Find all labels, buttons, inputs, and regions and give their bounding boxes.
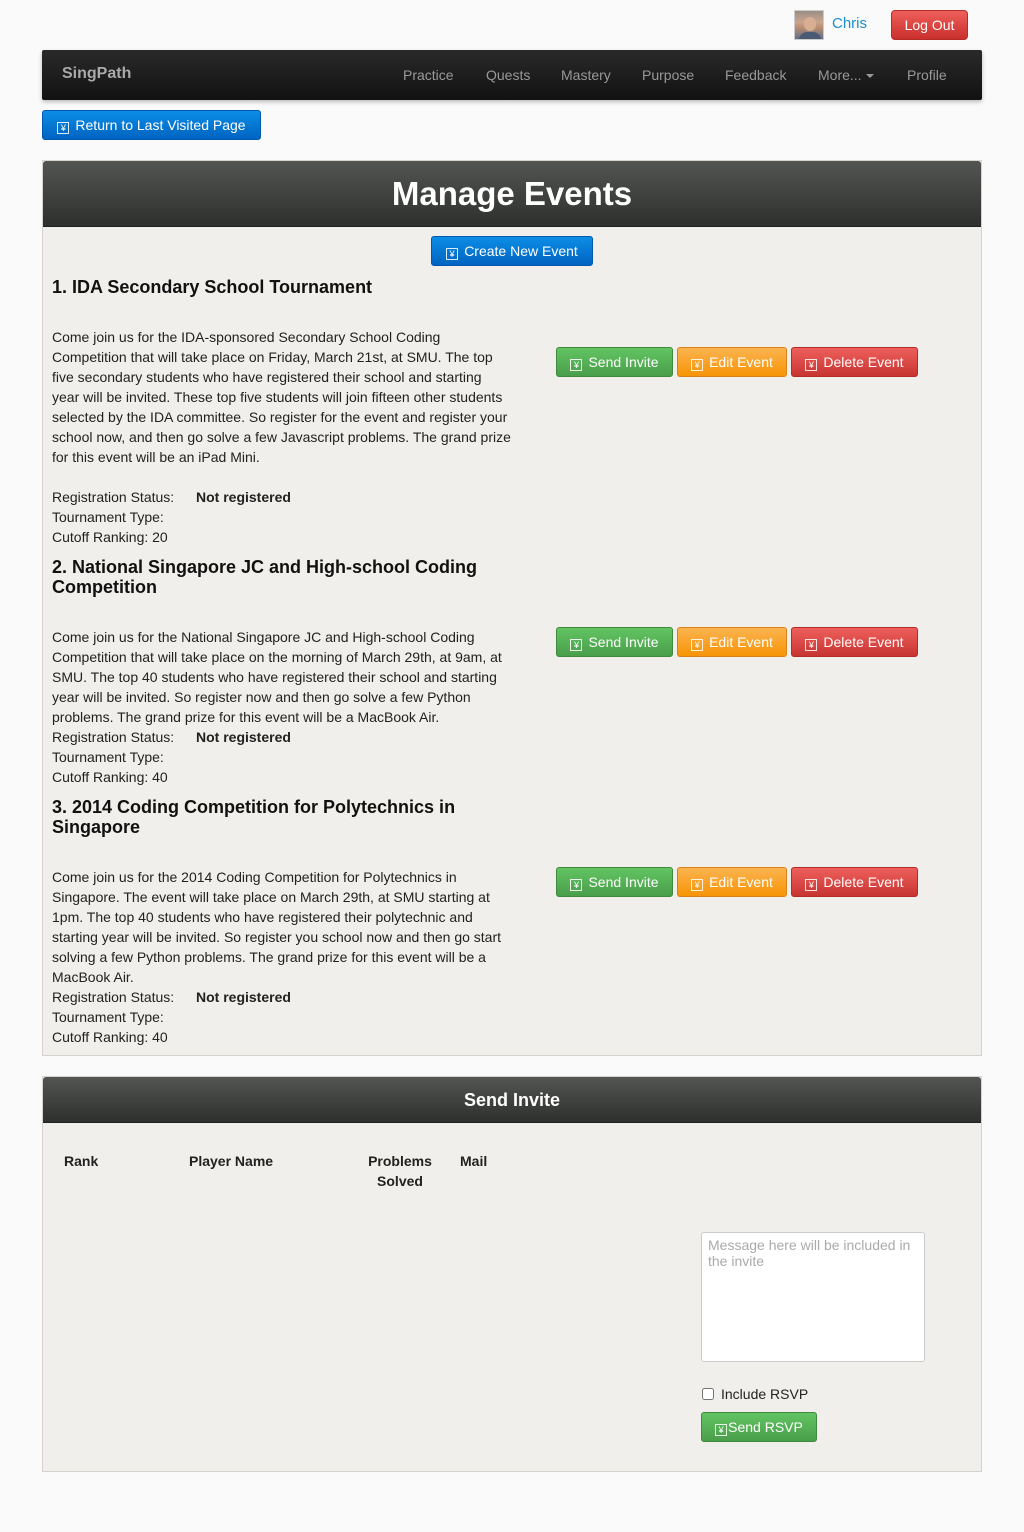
nav-feedback[interactable]: Feedback [725,67,786,83]
cutoff-ranking-value: 40 [152,769,168,785]
trash-icon: ¥ [805,879,818,891]
tournament-type-label: Tournament Type: [52,749,164,765]
tournament-type-label: Tournament Type: [52,509,164,525]
event-title: 3. 2014 Coding Competition for Polytechn… [52,797,456,837]
registration-status-row: Registration Status: Not registered [52,487,291,507]
brand-logo[interactable]: SingPath [62,65,131,83]
send-invite-label: Send Invite [588,634,659,650]
edit-icon: ¥ [691,639,704,651]
event-description: Come join us for the National Singapore … [52,629,502,725]
send-rsvp-label: Send RSVP [728,1419,803,1435]
registration-status-label: Registration Status: [52,989,175,1005]
cutoff-ranking-label: Cutoff Ranking: [52,529,149,545]
user-menu: Chris [794,10,867,40]
avatar[interactable] [794,10,824,40]
cutoff-ranking-value: 20 [152,529,168,545]
user-name-link[interactable]: Chris [832,15,867,32]
nav-more-dropdown[interactable]: More... [818,67,874,83]
edit-event-label: Edit Event [709,354,773,370]
delete-event-button[interactable]: ¥ Delete Event [791,347,918,377]
registration-status-row: Registration Status: Not registered [52,987,291,1007]
registration-status-value: Not registered [196,729,291,745]
send-invite-label: Send Invite [588,874,659,890]
send-invite-button[interactable]: ¥ Send Invite [556,627,673,657]
event-description: Come join us for the 2014 Coding Competi… [52,869,502,985]
edit-icon: ¥ [691,879,704,891]
nav-practice[interactable]: Practice [403,67,454,83]
trash-icon: ¥ [805,359,818,371]
send-invite-panel: Send Invite Rank Player Name Problems So… [42,1076,982,1472]
event-title: 2. National Singapore JC and High-school… [52,557,478,597]
navbar: SingPath Practice Quests Mastery Purpose… [42,50,982,100]
plus-icon: ¥ [446,248,459,260]
nav-mastery[interactable]: Mastery [561,67,611,83]
delete-event-button[interactable]: ¥ Delete Event [791,627,918,657]
nav-more-label: More... [818,67,862,83]
nav-profile[interactable]: Profile [907,67,947,83]
cutoff-ranking-row: Cutoff Ranking: 40 [52,767,168,787]
registration-status-value: Not registered [196,489,291,505]
registration-status-label: Registration Status: [52,489,175,505]
logout-button[interactable]: Log Out [891,10,968,40]
return-label: Return to Last Visited Page [75,117,246,133]
cutoff-ranking-value: 40 [152,1029,168,1045]
create-event-button[interactable]: ¥ Create New Event [431,236,593,266]
registration-status-label: Registration Status: [52,729,175,745]
trash-icon: ¥ [805,639,818,651]
edit-event-button[interactable]: ¥ Edit Event [677,627,787,657]
cutoff-ranking-row: Cutoff Ranking: 40 [52,1027,168,1047]
edit-icon: ¥ [691,359,704,371]
mail-icon: ¥ [570,359,583,371]
invite-message-input[interactable] [701,1232,925,1362]
page-title: Manage Events [43,161,981,227]
send-rsvp-button[interactable]: ¥ Send RSVP [701,1412,817,1442]
include-rsvp-checkbox[interactable] [702,1388,714,1400]
manage-events-panel: Manage Events ¥ Create New Event 1. IDA S… [42,160,982,1056]
cutoff-ranking-label: Cutoff Ranking: [52,769,149,785]
edit-event-label: Edit Event [709,634,773,650]
mail-icon: ¥ [570,879,583,891]
cutoff-ranking-label: Cutoff Ranking: [52,1029,149,1045]
nav-quests[interactable]: Quests [486,67,530,83]
include-rsvp-label: Include RSVP [721,1386,809,1402]
tournament-type-label: Tournament Type: [52,1009,164,1025]
send-invite-button[interactable]: ¥ Send Invite [556,867,673,897]
delete-event-label: Delete Event [823,354,904,370]
registration-status-value: Not registered [196,989,291,1005]
column-header-mail: Mail [460,1153,488,1169]
column-header-problems-solved: Problems Solved [368,1153,432,1189]
send-invite-title: Send Invite [43,1077,981,1123]
send-invite-label: Send Invite [588,354,659,370]
tournament-type-row: Tournament Type: [52,507,164,527]
caret-down-icon [865,74,874,79]
send-invite-button[interactable]: ¥ Send Invite [556,347,673,377]
mail-icon: ¥ [570,639,583,651]
return-icon: ¥ [57,122,70,134]
nav-purpose[interactable]: Purpose [642,67,694,83]
edit-event-label: Edit Event [709,874,773,890]
delete-event-label: Delete Event [823,634,904,650]
include-rsvp-option[interactable]: Include RSVP [701,1386,808,1402]
column-header-player-name: Player Name [189,1153,274,1169]
mail-icon: ¥ [715,1424,728,1436]
return-last-page-button[interactable]: ¥ Return to Last Visited Page [42,110,261,140]
tournament-type-row: Tournament Type: [52,1007,164,1027]
cutoff-ranking-row: Cutoff Ranking: 20 [52,527,168,547]
tournament-type-row: Tournament Type: [52,747,164,767]
edit-event-button[interactable]: ¥ Edit Event [677,867,787,897]
event-title: 1. IDA Secondary School Tournament [52,277,373,297]
edit-event-button[interactable]: ¥ Edit Event [677,347,787,377]
event-description: Come join us for the IDA-sponsored Secon… [52,329,511,465]
delete-event-label: Delete Event [823,874,904,890]
column-header-rank: Rank [64,1153,99,1169]
delete-event-button[interactable]: ¥ Delete Event [791,867,918,897]
create-event-label: Create New Event [464,243,578,259]
registration-status-row: Registration Status: Not registered [52,727,291,747]
